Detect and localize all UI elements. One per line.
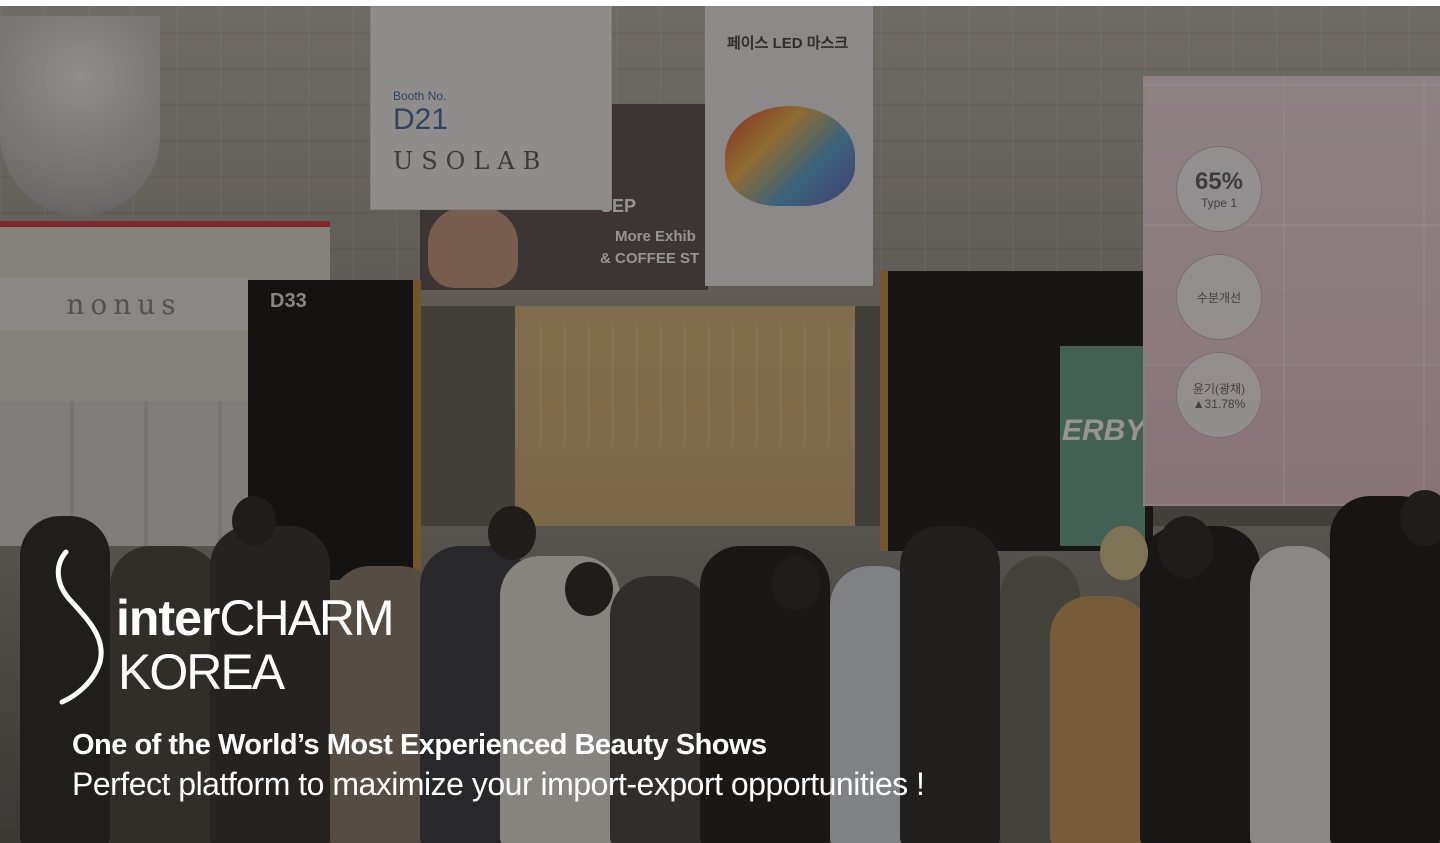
logo-arc-icon — [55, 549, 104, 705]
logo-korea-text: KOREA — [118, 644, 285, 700]
hero-banner: SEP More Exhib & COFFEE ST Booth No. D21… — [0, 6, 1440, 843]
logo-charm-text: CHARM — [219, 590, 394, 646]
logo-inter-text: inter — [116, 590, 220, 646]
hero-headline: One of the World’s Most Experienced Beau… — [72, 729, 767, 761]
intercharm-korea-logo[interactable]: interCHARM KOREA — [54, 546, 474, 706]
hero-subheadline: Perfect platform to maximize your import… — [72, 766, 925, 802]
dark-overlay — [0, 6, 1440, 843]
logo-wordmark-intercharm: interCHARM — [116, 590, 395, 646]
